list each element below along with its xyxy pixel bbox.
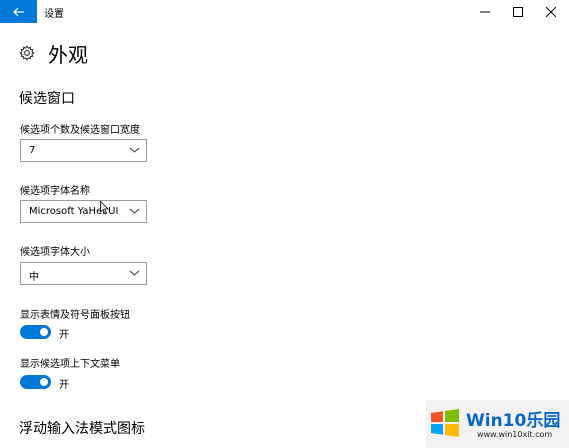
watermark-brand: Win10乐园 (466, 411, 561, 431)
show-context-menu-toggle[interactable] (20, 375, 51, 389)
back-arrow-icon (12, 7, 24, 16)
show-emoji-button-state: 开 (59, 330, 69, 341)
section-title-candidate-window: 候选窗口 (19, 91, 75, 107)
candidate-font-name-label: 候选项字体名称 (20, 186, 90, 197)
show-context-menu-state: 开 (59, 380, 69, 391)
close-icon (546, 6, 556, 17)
watermark: Win10乐园 www.win10xit.com (426, 400, 569, 448)
show-emoji-button-toggle[interactable] (20, 325, 51, 339)
page-title: 外观 (48, 42, 88, 67)
section-title-floating-icon: 浮动输入法模式图标 (19, 421, 145, 437)
watermark-url: www.win10xit.com (477, 430, 553, 439)
maximize-button[interactable] (502, 0, 534, 23)
toggle-knob (40, 328, 48, 336)
title-bar: 设置 (0, 0, 569, 23)
gear-icon (19, 45, 35, 61)
candidate-count-dropdown[interactable]: 7 (20, 139, 147, 162)
maximize-icon (513, 6, 523, 17)
candidate-count-label: 候选项个数及候选窗口宽度 (20, 125, 140, 136)
candidate-font-size-label: 候选项字体大小 (20, 247, 90, 258)
back-button[interactable] (0, 0, 37, 23)
candidate-font-name-dropdown[interactable]: Microsoft YaHei UI (20, 200, 147, 223)
page-header: 外观 (19, 41, 88, 67)
mouse-cursor-icon (100, 201, 109, 215)
chevron-down-icon (129, 208, 140, 214)
windows-logo-icon (431, 409, 459, 437)
chevron-down-icon (129, 147, 140, 153)
close-button[interactable] (535, 0, 567, 23)
minimize-button[interactable] (469, 0, 501, 23)
chevron-down-icon (129, 270, 140, 276)
candidate-font-size-value: 中 (29, 272, 39, 283)
candidate-font-size-dropdown[interactable]: 中 (20, 262, 147, 285)
show-emoji-button-label: 显示表情及符号面板按钮 (20, 310, 130, 321)
show-context-menu-label: 显示候选项上下文菜单 (20, 359, 120, 370)
minimize-icon (480, 11, 490, 12)
toggle-knob (40, 378, 48, 386)
candidate-count-value: 7 (29, 145, 36, 156)
window-title: 设置 (44, 9, 64, 20)
